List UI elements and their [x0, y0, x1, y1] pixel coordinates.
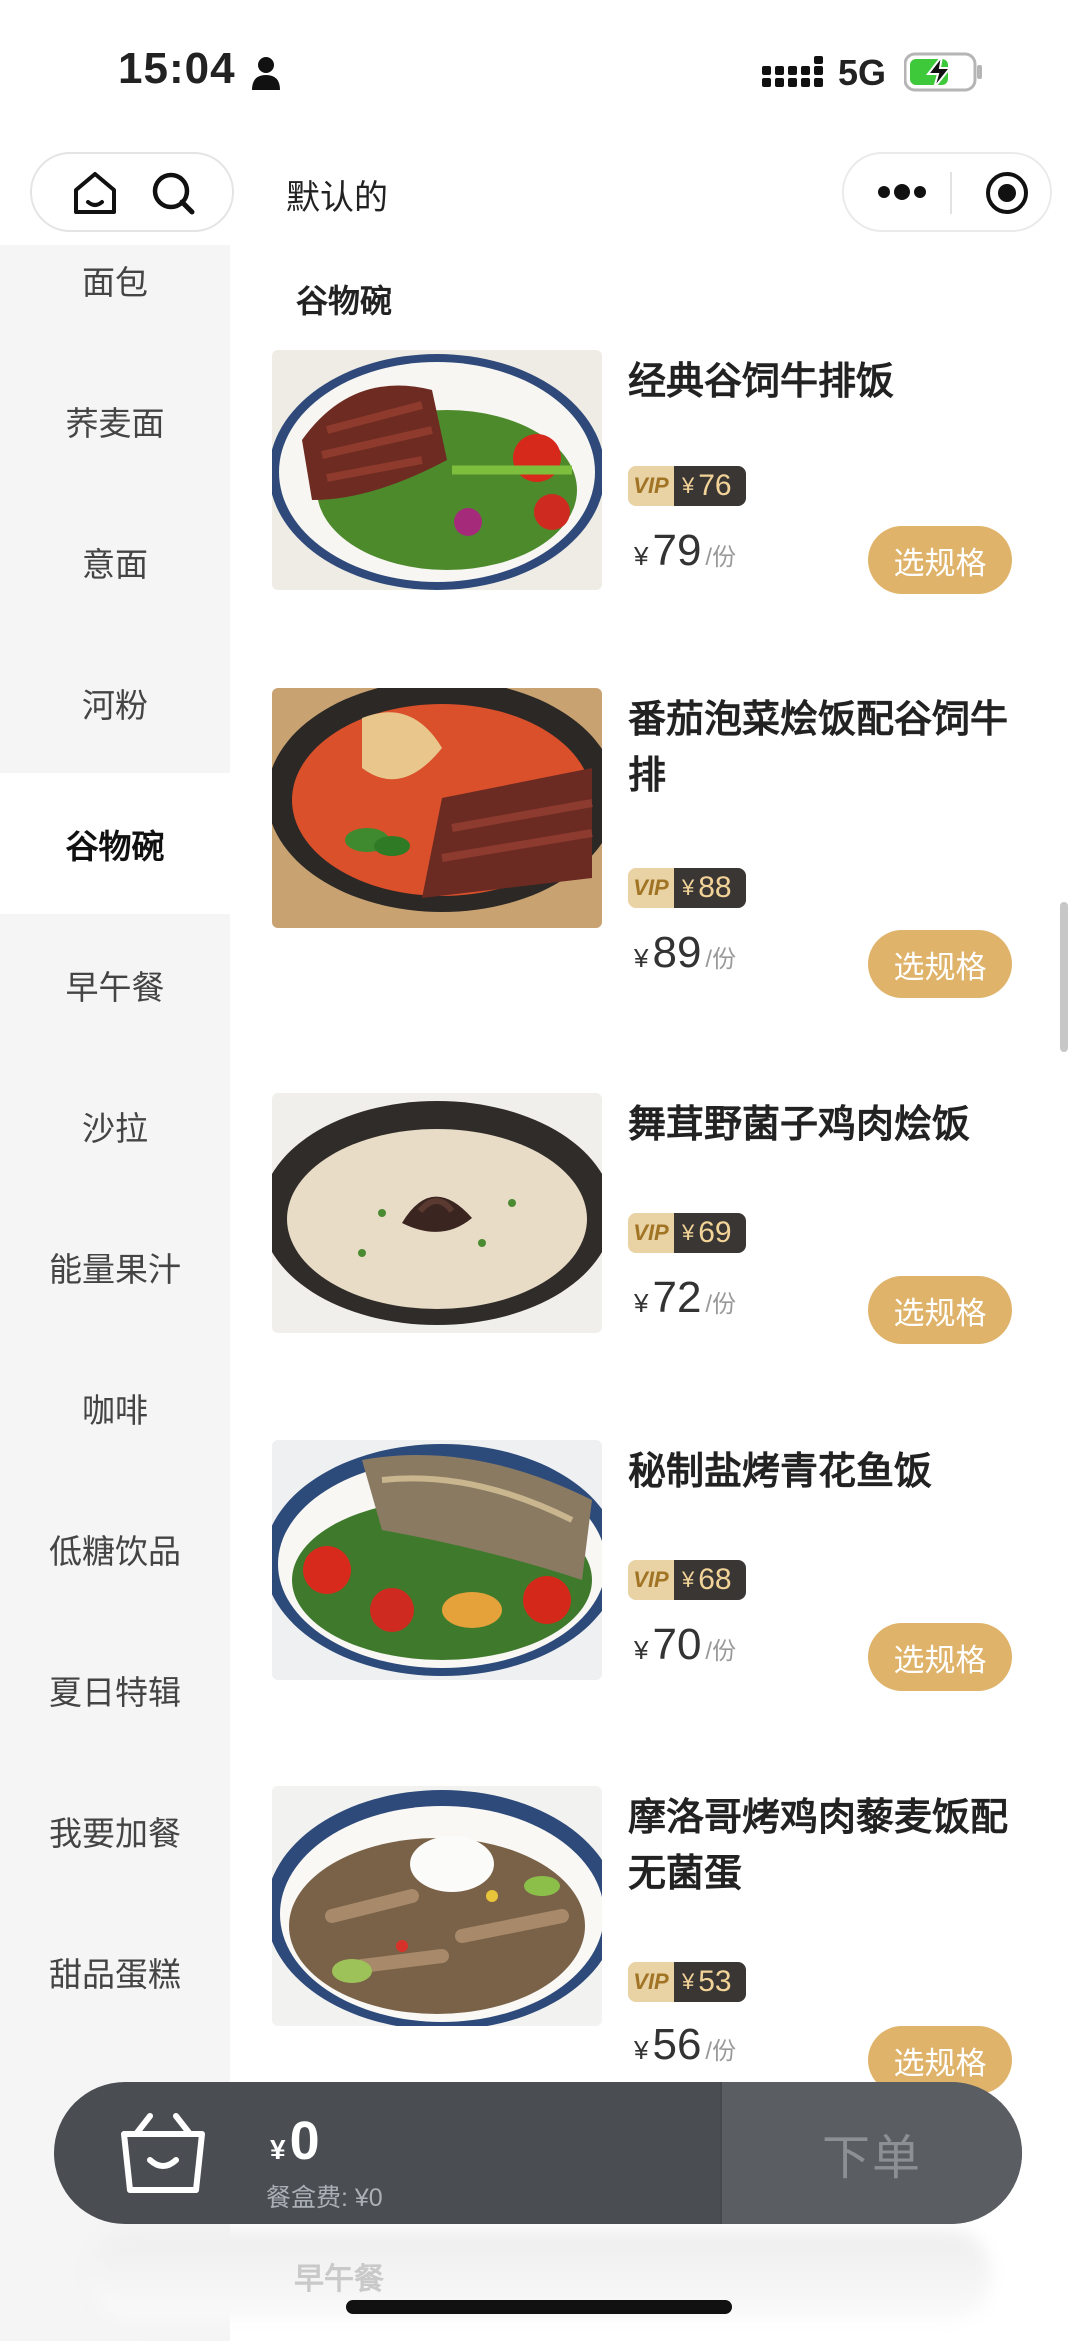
dish-image[interactable]	[272, 688, 602, 928]
sidebar-item-summer[interactable]: 夏日特辑	[0, 1619, 230, 1760]
capsule-divider	[950, 172, 952, 214]
sidebar-item-label: 荞麦面	[65, 404, 165, 442]
next-section-title: 早午餐	[294, 2263, 384, 2296]
dish-name: 经典谷饲牛排饭	[628, 361, 895, 403]
sidebar-item-brunch[interactable]: 早午餐	[0, 914, 230, 1055]
page-title: 默认的	[286, 179, 388, 217]
regular-price: ¥89/份	[634, 928, 737, 977]
menu-item: 摩洛哥烤鸡肉藜麦饭配无菌蛋 VIP ¥53 ¥56/份 选规格	[272, 1786, 1032, 2094]
price-unit: /份	[705, 544, 737, 571]
close-target-icon[interactable]	[984, 170, 1030, 216]
battery-charging-icon	[904, 52, 982, 92]
menu-item: 舞茸野菌子鸡肉烩饭 VIP ¥69 ¥72/份 选规格	[272, 1093, 1032, 1344]
price-value: 72	[652, 1273, 702, 1322]
regular-price: ¥79/份	[634, 526, 737, 575]
sidebar-item-bread[interactable]: 面包	[0, 209, 230, 350]
vip-label: VIP	[628, 1560, 674, 1600]
regular-price: ¥72/份	[634, 1273, 737, 1322]
dish-name: 摩洛哥烤鸡肉藜麦饭配无菌蛋	[628, 1797, 1009, 1895]
dish-name: 番茄泡菜烩饭配谷饲牛排	[628, 699, 1009, 797]
mini-program-capsule	[842, 152, 1052, 232]
scrollbar[interactable]	[1060, 902, 1068, 1052]
menu-item: 经典谷饲牛排饭 VIP ¥76 ¥79/份 选规格	[272, 350, 1032, 600]
sidebar-item-rice-noodle[interactable]: 河粉	[0, 632, 230, 773]
price-unit: /份	[705, 1291, 737, 1318]
select-spec-button[interactable]: 选规格	[868, 526, 1012, 594]
cart-total: ¥0	[270, 2111, 320, 2171]
signal-icon	[762, 56, 823, 87]
vip-price-value: 53	[698, 1965, 732, 1998]
dish-image[interactable]	[272, 350, 602, 590]
home-indicator	[346, 2300, 732, 2314]
sidebar-item-label: 早午餐	[65, 968, 165, 1006]
menu-item: 番茄泡菜烩饭配谷饲牛排 VIP ¥88 ¥89/份 选规格	[272, 688, 1032, 998]
status-time: 15:04	[118, 44, 236, 93]
dish-name: 舞茸野菌子鸡肉烩饭	[628, 1104, 971, 1146]
vip-label: VIP	[628, 1962, 674, 2002]
sidebar-item-low-sugar[interactable]: 低糖饮品	[0, 1478, 230, 1619]
sidebar-item-label: 低糖饮品	[49, 1532, 181, 1570]
vip-label: VIP	[628, 868, 674, 908]
dish-image[interactable]	[272, 1786, 602, 2026]
vip-label: VIP	[628, 466, 674, 506]
sidebar-item-label: 咖啡	[82, 1391, 148, 1429]
vip-label: VIP	[628, 1213, 674, 1253]
price-unit: /份	[705, 946, 737, 973]
vip-price-badge: VIP ¥69	[628, 1213, 746, 1253]
regular-price: ¥70/份	[634, 1620, 737, 1669]
dish-name: 秘制盐烤青花鱼饭	[628, 1451, 933, 1493]
sidebar-item-dessert[interactable]: 甜品蛋糕	[0, 1901, 230, 2042]
vip-price-value: 68	[698, 1563, 732, 1596]
dish-image[interactable]	[272, 1093, 602, 1333]
sidebar-item-label: 能量果汁	[49, 1250, 181, 1288]
sidebar-item-coffee[interactable]: 咖啡	[0, 1337, 230, 1478]
shopping-bag-icon[interactable]	[116, 2110, 210, 2196]
vip-price-badge: VIP ¥68	[628, 1560, 746, 1600]
select-spec-button[interactable]: 选规格	[868, 1276, 1012, 1344]
price-value: 56	[652, 2020, 702, 2069]
vip-price-value: 76	[698, 469, 732, 502]
vip-price-badge: VIP ¥76	[628, 466, 746, 506]
category-sidebar: 面包 荞麦面 意面 河粉 谷物碗 早午餐 沙拉 能量果汁 咖啡 低糖饮品 夏日特…	[0, 245, 230, 2341]
menu-item: 秘制盐烤青花鱼饭 VIP ¥68 ¥70/份 选规格	[272, 1440, 1032, 1691]
sidebar-item-soba[interactable]: 荞麦面	[0, 350, 230, 491]
sidebar-item-salad[interactable]: 沙拉	[0, 1055, 230, 1196]
vip-price-badge: VIP ¥53	[628, 1962, 746, 2002]
price-value: 79	[652, 526, 702, 575]
vip-price-badge: VIP ¥88	[628, 868, 746, 908]
sidebar-item-add-on[interactable]: 我要加餐	[0, 1760, 230, 1901]
cart-bar: ¥0 餐盒费: ¥0 下单	[54, 2082, 1022, 2224]
sidebar-item-label: 沙拉	[82, 1109, 148, 1147]
select-spec-button[interactable]: 选规格	[868, 1623, 1012, 1691]
select-spec-button[interactable]: 选规格	[868, 930, 1012, 998]
person-icon	[252, 57, 280, 90]
sidebar-item-label: 意面	[82, 545, 148, 583]
dish-image[interactable]	[272, 1440, 602, 1680]
sidebar-item-juice[interactable]: 能量果汁	[0, 1196, 230, 1337]
price-unit: /份	[705, 1638, 737, 1665]
vip-price-value: 69	[698, 1216, 732, 1249]
place-order-button[interactable]: 下单	[720, 2082, 1022, 2224]
sidebar-item-label: 甜品蛋糕	[49, 1955, 181, 1993]
sidebar-item-label: 夏日特辑	[49, 1673, 181, 1711]
regular-price: ¥56/份	[634, 2020, 737, 2069]
sidebar-item-label: 谷物碗	[65, 827, 165, 865]
price-value: 89	[652, 928, 702, 977]
sidebar-item-label: 河粉	[82, 686, 148, 724]
price-value: 70	[652, 1620, 702, 1669]
price-unit: /份	[705, 2038, 737, 2065]
network-type: 5G	[838, 52, 887, 93]
sidebar-item-grain-bowl[interactable]: 谷物碗	[0, 773, 230, 914]
status-bar: 15:04 5G	[0, 0, 1080, 140]
section-title: 谷物碗	[296, 283, 393, 319]
box-fee: 餐盒费: ¥0	[266, 2184, 383, 2212]
more-icon[interactable]	[874, 174, 930, 210]
vip-price-value: 88	[698, 871, 732, 904]
sidebar-item-label: 面包	[82, 263, 148, 301]
sidebar-item-label: 我要加餐	[49, 1814, 181, 1852]
sidebar-item-pasta[interactable]: 意面	[0, 491, 230, 632]
cart-total-value: 0	[289, 2111, 320, 2171]
